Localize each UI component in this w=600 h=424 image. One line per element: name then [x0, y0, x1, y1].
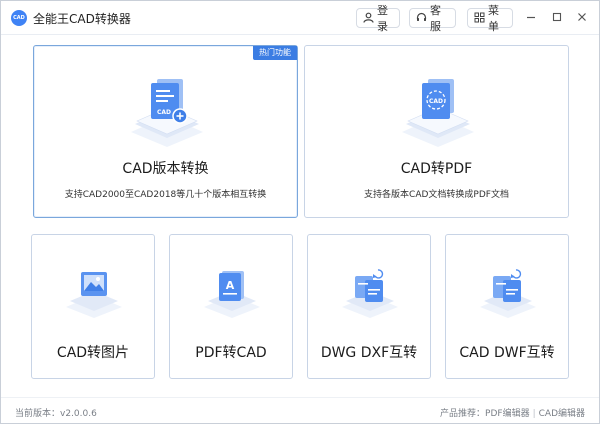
file-swap-icon	[478, 265, 538, 323]
status-footer: 当前版本：v2.0.0.6 产品推荐：PDF编辑器 | CAD编辑器	[1, 397, 599, 423]
version-value: v2.0.0.6	[60, 409, 97, 419]
image-icon	[64, 267, 124, 323]
title-bar: CAD 全能王CAD转换器 登录 客服 菜单	[1, 1, 599, 35]
app-window: CAD 全能王CAD转换器 登录 客服 菜单 热门功能 CAD CAD版本转换 …	[0, 0, 600, 424]
card-cad-version-convert[interactable]: 热门功能 CAD CAD版本转换 支持CAD2000至CAD2018等几十个版本…	[33, 45, 298, 218]
service-label: 客服	[430, 4, 441, 33]
login-label: 登录	[377, 4, 388, 33]
card-title: CAD DWF互转	[459, 345, 555, 361]
file-swap-icon	[340, 265, 400, 323]
app-title: 全能王CAD转换器	[33, 12, 131, 26]
service-button[interactable]: 客服	[409, 4, 456, 33]
pdf-document-icon: A	[202, 267, 262, 323]
card-pdf-to-cad[interactable]: A PDF转CAD	[169, 234, 293, 379]
card-title: DWG DXF互转	[320, 345, 418, 361]
close-icon[interactable]	[575, 11, 589, 25]
card-title: CAD转PDF	[400, 161, 473, 177]
login-button[interactable]: 登录	[356, 4, 400, 33]
cad-pdf-icon: CAD	[398, 76, 478, 152]
version-info: 当前版本：v2.0.0.6	[15, 406, 97, 419]
version-label: 当前版本：	[15, 409, 61, 419]
card-title: PDF转CAD	[195, 345, 267, 361]
menu-button[interactable]: 菜单	[467, 4, 513, 33]
pdf-editor-link[interactable]: PDF编辑器	[485, 409, 530, 419]
maximize-icon[interactable]	[550, 11, 564, 25]
menu-label: 菜单	[488, 4, 499, 33]
recommend-label: 产品推荐：	[440, 409, 486, 419]
hot-feature-badge: 热门功能	[253, 46, 297, 60]
svg-text:CAD: CAD	[429, 98, 443, 105]
app-logo-icon: CAD	[11, 10, 27, 26]
card-title: CAD转图片	[56, 345, 130, 361]
minimize-icon[interactable]	[524, 11, 538, 25]
svg-text:CAD: CAD	[157, 109, 171, 116]
card-description: 支持CAD2000至CAD2018等几十个版本相互转换	[64, 190, 267, 200]
card-title: CAD版本转换	[122, 161, 209, 177]
headset-icon	[416, 12, 427, 25]
card-cad-to-image[interactable]: CAD转图片	[31, 234, 155, 379]
product-recommend: 产品推荐：PDF编辑器 | CAD编辑器	[440, 406, 585, 419]
card-dwg-dxf-convert[interactable]: DWG DXF互转	[307, 234, 431, 379]
cad-editor-link[interactable]: CAD编辑器	[539, 409, 585, 419]
link-separator: |	[532, 409, 536, 419]
card-cad-to-pdf[interactable]: CAD CAD转PDF 支持各版本CAD文档转换成PDF文档	[304, 45, 569, 218]
grid-menu-icon	[474, 12, 485, 25]
svg-text:A: A	[226, 279, 235, 292]
user-icon	[363, 12, 374, 25]
card-cad-dwf-convert[interactable]: CAD DWF互转	[445, 234, 569, 379]
document-convert-icon: CAD	[127, 76, 207, 152]
card-description: 支持各版本CAD文档转换成PDF文档	[364, 190, 509, 200]
